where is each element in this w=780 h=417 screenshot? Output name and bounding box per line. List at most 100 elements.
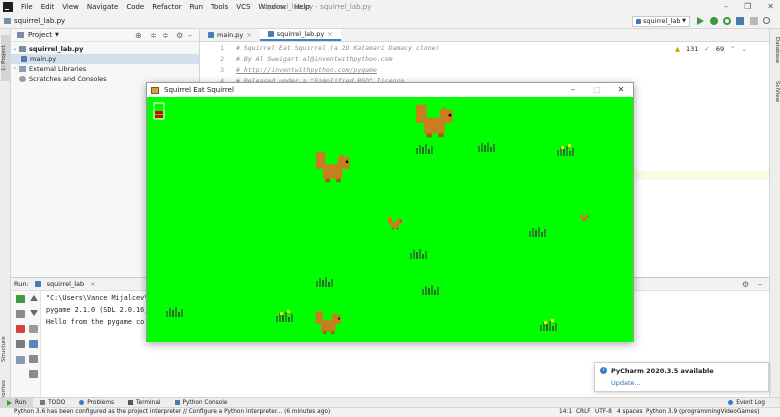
gear-icon[interactable]: ⚙ [176,31,183,40]
menu-edit[interactable]: Edit [37,0,59,14]
expand-all-icon[interactable]: ≑ [150,31,157,40]
pin-icon[interactable] [16,356,25,364]
minimize-icon[interactable]: – [561,83,585,97]
game-window[interactable]: Squirrel Eat Squirrel – □ ✕ [146,82,634,342]
editor-tabs: main.py × squirrel_lab.py × [200,29,769,42]
tree-item-root[interactable]: ⌄ squirrel_lab.py [11,44,199,54]
menu-navigate[interactable]: Navigate [83,0,122,14]
terminal-icon [128,400,133,405]
run-icon[interactable] [697,17,704,25]
tab-terminal[interactable]: Terminal [121,398,168,408]
search-icon[interactable] [763,17,770,24]
restore-icon[interactable]: ❐ [744,0,751,14]
grass-tuft [422,285,439,295]
window-title: squirrel_lab.py - squirrel_lab.py [262,3,372,11]
stop-icon[interactable] [750,17,758,25]
print-icon[interactable] [29,355,38,363]
chevron-up-icon[interactable]: ⌃ [730,45,735,53]
close-icon[interactable]: × [246,29,251,41]
chevron-down-icon: ▼ [682,18,686,24]
coverage-icon[interactable] [736,17,744,25]
collapse-all-icon[interactable]: ≑ [162,31,169,40]
console-line[interactable]: "C:\Users\Vance Mijalcev\ [46,294,148,302]
close-icon[interactable]: × [327,28,332,40]
soft-wrap-icon[interactable] [29,325,38,333]
indent-setting[interactable]: 4 spaces [617,408,643,417]
inspection-widget[interactable]: ▲ 131 ✓ 69 ⌃ ⌄ [675,45,747,53]
tab-problems[interactable]: Problems [72,398,121,408]
layout-icon[interactable] [16,340,25,348]
close-icon[interactable]: ✕ [767,0,774,14]
menu-view[interactable]: View [58,0,83,14]
tab-python-console[interactable]: Python Console [168,398,235,408]
grass-flower [540,319,557,331]
maximize-icon[interactable]: □ [585,83,609,97]
tab-run[interactable]: Run [0,397,34,408]
arrow-up-icon[interactable] [30,295,38,301]
run-toolbar [11,291,41,397]
game-canvas[interactable] [147,97,633,342]
close-icon[interactable]: ✕ [609,83,633,97]
chevron-down-icon[interactable]: ▼ [55,32,59,38]
menu-vcs[interactable]: VCS [232,0,254,14]
enemy-squirrel [580,213,589,222]
status-message[interactable]: Python 3.6 has been configured as the pr… [14,408,330,417]
menu-file[interactable]: File [17,0,37,14]
pygame-icon [151,86,159,94]
code-line[interactable]: # http://inventwithpython.com/pygame [236,66,377,74]
caret-position[interactable]: 14:1 [559,408,572,417]
scroll-to-end-icon[interactable] [29,340,38,348]
chevron-down-icon[interactable]: ⌄ [11,44,19,54]
info-icon: i [600,367,607,374]
console-line[interactable]: pygame 2.1.0 (SDL 2.0.16, [46,306,148,314]
file-encoding[interactable]: UTF-8 [595,408,612,417]
health-bar [155,115,163,118]
code-line[interactable]: # By Al Sweigart al@inventwithpython.com [236,55,393,63]
stop-icon[interactable] [16,325,25,333]
grass-tuft [410,249,427,259]
interpreter-selector[interactable]: Python 3.9 (programmingVideoGames) [646,408,759,417]
hide-panel-icon[interactable]: – [758,280,762,289]
minimize-icon[interactable]: – [724,0,728,14]
database-tool-tab[interactable]: Database [771,37,780,77]
debug-icon[interactable] [710,17,718,25]
console-line[interactable]: Hello from the pygame co [46,318,144,326]
line-number: 3 [220,66,224,74]
run-config-selector[interactable]: squirrel_lab ▼ [632,16,690,27]
locate-icon[interactable]: ⊕ [135,31,142,40]
rerun-icon[interactable] [723,17,731,25]
arrow-down-icon[interactable] [30,310,38,316]
chevron-right-icon[interactable]: › [11,64,19,74]
menu-code[interactable]: Code [122,0,148,14]
tab-main-py[interactable]: main.py × [200,29,260,41]
menu-refactor[interactable]: Refactor [148,0,185,14]
player-squirrel [388,217,402,230]
menu-run[interactable]: Run [186,0,207,14]
game-title-bar[interactable]: Squirrel Eat Squirrel – □ ✕ [147,83,633,97]
hide-panel-icon[interactable]: – [188,31,192,40]
menu-tools[interactable]: Tools [207,0,232,14]
tab-todo[interactable]: TODO [33,398,72,408]
grass-tuft [416,144,433,154]
wrench-icon[interactable] [16,310,25,318]
tree-item-external-libraries[interactable]: › External Libraries [11,64,199,74]
chevron-down-icon[interactable]: ⌄ [742,45,747,53]
tree-item-main-py[interactable]: main.py [11,54,199,64]
structure-tool-tab[interactable]: Structure [1,329,10,369]
sciview-tool-tab[interactable]: SciView [771,81,780,117]
close-icon[interactable]: × [90,280,95,288]
breadcrumb[interactable]: squirrel_lab.py [14,17,65,25]
update-link[interactable]: Update... [611,379,641,387]
line-number: 1 [220,44,224,52]
code-line[interactable]: # Squirrel Eat Squirrel (a 2D Katamari D… [236,44,440,52]
tab-event-log[interactable]: Event Log [721,398,772,408]
project-panel-title[interactable]: Project [28,31,52,39]
run-tab-squirrel-lab[interactable]: squirrel_lab [47,280,85,288]
line-ending[interactable]: CRLF [576,408,591,417]
tab-squirrel-lab-py[interactable]: squirrel_lab.py × [259,28,341,41]
gear-icon[interactable]: ⚙ [742,280,749,289]
project-tool-tab[interactable]: 1: Project [1,35,10,81]
update-notification[interactable]: i PyCharm 2020.3.5 available Update... [594,362,769,392]
trash-icon[interactable] [29,370,38,378]
rerun-icon[interactable] [16,295,25,303]
